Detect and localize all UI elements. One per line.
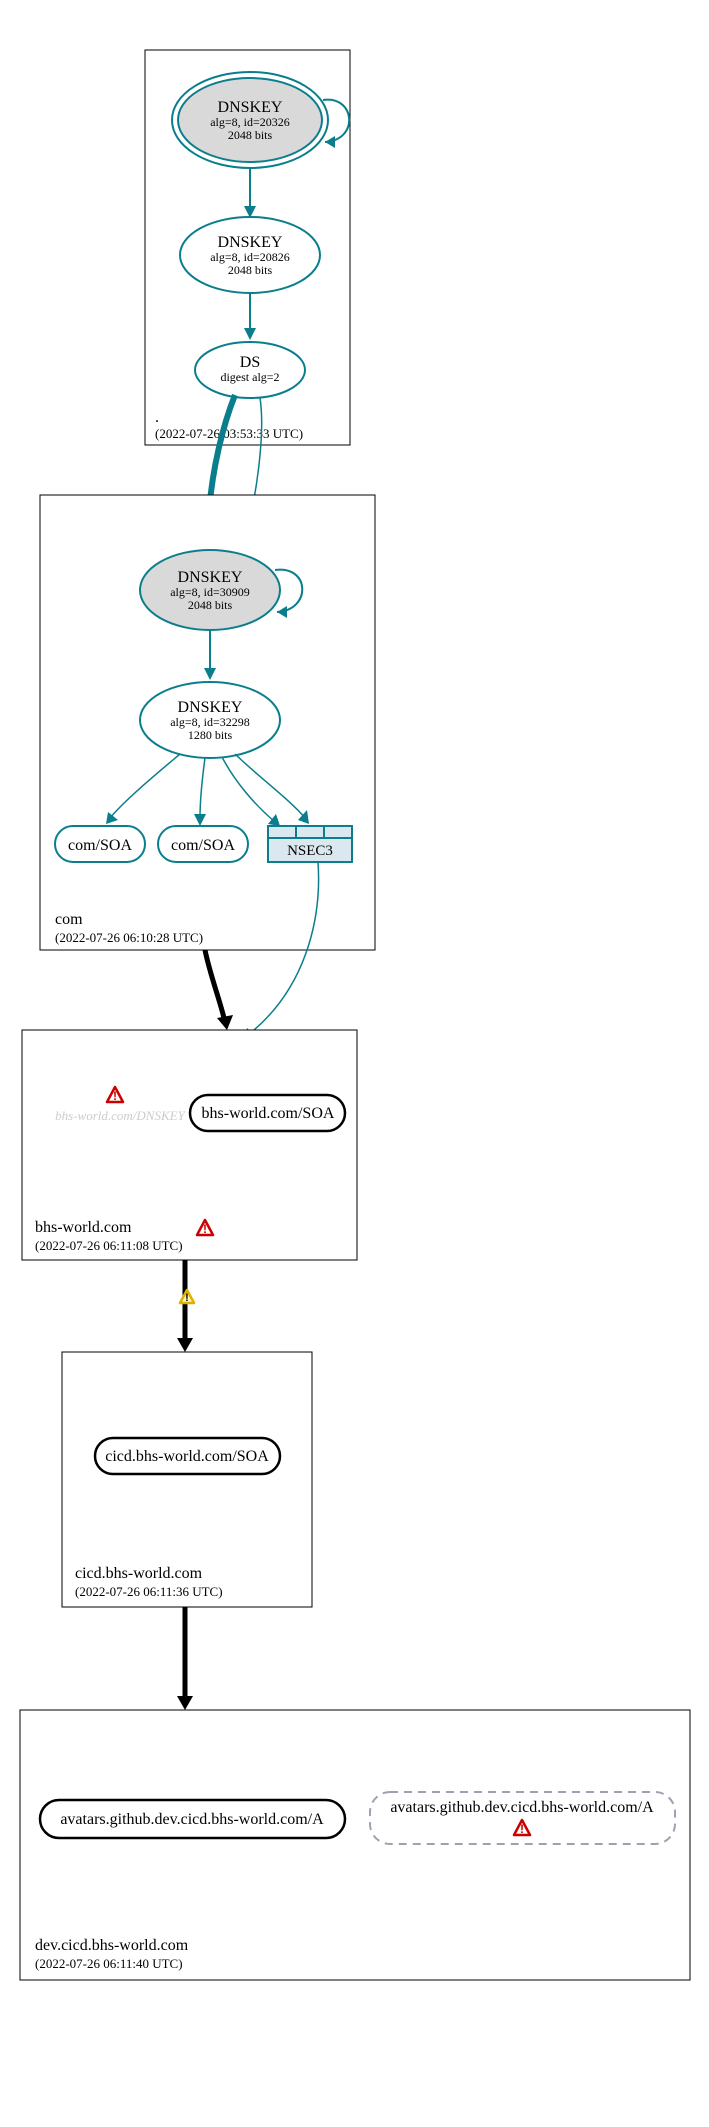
- com-dnskey-ksk-node: DNSKEY alg=8, id=30909 2048 bits: [140, 550, 280, 630]
- root-ds-node: DS digest alg=2: [195, 342, 305, 398]
- dev-a-ok-text: avatars.github.dev.cicd.bhs-world.com/A: [60, 1811, 324, 1828]
- zone-root-timestamp: (2022-07-26 03:53:33 UTC): [155, 426, 303, 441]
- com-soa1-node: com/SOA: [55, 826, 145, 862]
- root-dnskey-ksk-node: DNSKEY alg=8, id=20326 2048 bits: [172, 72, 328, 168]
- dev-a-bad-text: avatars.github.dev.cicd.bhs-world.com/A: [390, 1799, 654, 1816]
- zone-com: com (2022-07-26 06:10:28 UTC) DNSKEY alg…: [40, 495, 375, 950]
- zone-bhsworld-timestamp: (2022-07-26 06:11:08 UTC): [35, 1238, 183, 1253]
- zone-cicd: cicd.bhs-world.com (2022-07-26 06:11:36 …: [62, 1352, 312, 1607]
- cicd-soa-node: cicd.bhs-world.com/SOA: [95, 1438, 280, 1474]
- edge-cicd-to-dev: [177, 1607, 193, 1710]
- root-dnskey-zsk-node: DNSKEY alg=8, id=20826 2048 bits: [180, 217, 320, 293]
- dev-a-ok-node: avatars.github.dev.cicd.bhs-world.com/A: [40, 1800, 345, 1838]
- root-zsk-title: DNSKEY: [218, 234, 283, 251]
- com-ksk-title: DNSKEY: [178, 569, 243, 586]
- com-zsk-title: DNSKEY: [178, 699, 243, 716]
- com-dnskey-zsk-node: DNSKEY alg=8, id=32298 1280 bits: [140, 682, 280, 758]
- root-zsk-alg: alg=8, id=20826: [210, 250, 290, 264]
- root-ksk-alg: alg=8, id=20326: [210, 115, 290, 129]
- bhsworld-dnskey-missing-text: bhs-world.com/DNSKEY: [55, 1108, 186, 1123]
- root-ds-title: DS: [240, 354, 260, 371]
- com-nsec3-text: NSEC3: [287, 843, 333, 859]
- zone-cicd-timestamp: (2022-07-26 06:11:36 UTC): [75, 1584, 223, 1599]
- svg-text:!: !: [113, 1089, 117, 1103]
- zone-bhsworld-label: bhs-world.com: [35, 1219, 132, 1236]
- com-ksk-bits: 2048 bits: [188, 598, 233, 612]
- warning-icon: !: [180, 1290, 194, 1304]
- bhsworld-soa-text: bhs-world.com/SOA: [202, 1105, 335, 1122]
- edge-bhsworld-to-cicd: !: [177, 1260, 194, 1352]
- com-soa1-text: com/SOA: [68, 837, 132, 854]
- zone-bhsworld: bhs-world.com (2022-07-26 06:11:08 UTC) …: [22, 1030, 357, 1260]
- bhsworld-soa-node: bhs-world.com/SOA: [190, 1095, 345, 1131]
- com-zsk-bits: 1280 bits: [188, 728, 233, 742]
- root-ksk-bits: 2048 bits: [228, 128, 273, 142]
- com-soa2-text: com/SOA: [171, 837, 235, 854]
- edge-com-to-bhsworld-black: [205, 950, 233, 1030]
- com-zsk-alg: alg=8, id=32298: [170, 715, 250, 729]
- root-ds-alg: digest alg=2: [220, 370, 279, 384]
- zone-root: . (2022-07-26 03:53:33 UTC) DNSKEY alg=8…: [145, 50, 350, 445]
- dev-a-bad-node: avatars.github.dev.cicd.bhs-world.com/A …: [370, 1792, 675, 1844]
- zone-com-timestamp: (2022-07-26 06:10:28 UTC): [55, 930, 203, 945]
- dnssec-diagram: . (2022-07-26 03:53:33 UTC) DNSKEY alg=8…: [0, 0, 709, 2127]
- root-zsk-bits: 2048 bits: [228, 263, 273, 277]
- zone-root-label: .: [155, 409, 159, 426]
- zone-dev-label: dev.cicd.bhs-world.com: [35, 1937, 189, 1954]
- svg-text:!: !: [520, 1822, 524, 1836]
- zone-com-label: com: [55, 911, 83, 928]
- svg-text:!: !: [203, 1222, 207, 1236]
- zone-dev-timestamp: (2022-07-26 06:11:40 UTC): [35, 1956, 183, 1971]
- zone-dev: dev.cicd.bhs-world.com (2022-07-26 06:11…: [20, 1710, 690, 1980]
- com-nsec3-node: NSEC3: [268, 826, 352, 862]
- svg-text:!: !: [185, 1292, 189, 1304]
- com-ksk-alg: alg=8, id=30909: [170, 585, 250, 599]
- com-soa2-node: com/SOA: [158, 826, 248, 862]
- cicd-soa-text: cicd.bhs-world.com/SOA: [105, 1448, 269, 1465]
- zone-cicd-label: cicd.bhs-world.com: [75, 1565, 203, 1582]
- root-ksk-title: DNSKEY: [218, 99, 283, 116]
